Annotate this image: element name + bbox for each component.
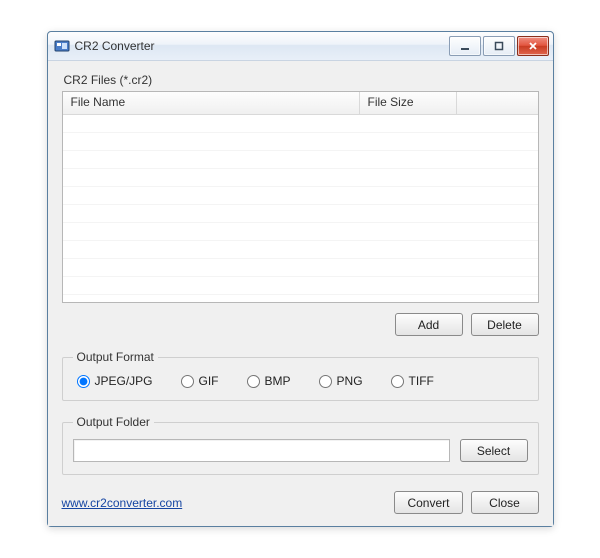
radio-png[interactable]: PNG bbox=[319, 374, 363, 388]
column-file-name[interactable]: File Name bbox=[63, 92, 360, 114]
radio-bmp[interactable]: BMP bbox=[247, 374, 291, 388]
radio-tiff[interactable]: TIFF bbox=[391, 374, 434, 388]
list-item bbox=[63, 241, 538, 259]
list-item bbox=[63, 277, 538, 295]
radio-gif-input[interactable] bbox=[181, 375, 194, 388]
app-window: CR2 Converter CR2 Files (*.cr2) File Nam… bbox=[47, 31, 554, 527]
radio-gif-label: GIF bbox=[199, 374, 219, 388]
close-app-button[interactable]: Close bbox=[471, 491, 539, 514]
list-item bbox=[63, 223, 538, 241]
radio-jpeg[interactable]: JPEG/JPG bbox=[77, 374, 153, 388]
radio-bmp-input[interactable] bbox=[247, 375, 260, 388]
list-item bbox=[63, 187, 538, 205]
window-controls bbox=[449, 36, 549, 56]
file-list-body[interactable] bbox=[63, 115, 538, 302]
column-file-size[interactable]: File Size bbox=[360, 92, 457, 114]
output-folder-input[interactable] bbox=[73, 439, 450, 462]
files-group-label: CR2 Files (*.cr2) bbox=[64, 73, 539, 87]
radio-bmp-label: BMP bbox=[265, 374, 291, 388]
add-button[interactable]: Add bbox=[395, 313, 463, 336]
list-item bbox=[63, 169, 538, 187]
delete-button[interactable]: Delete bbox=[471, 313, 539, 336]
radio-png-input[interactable] bbox=[319, 375, 332, 388]
radio-tiff-label: TIFF bbox=[409, 374, 434, 388]
output-format-legend: Output Format bbox=[73, 350, 158, 364]
list-item bbox=[63, 205, 538, 223]
file-list-header: File Name File Size bbox=[63, 92, 538, 115]
radio-jpeg-label: JPEG/JPG bbox=[95, 374, 153, 388]
output-folder-legend: Output Folder bbox=[73, 415, 154, 429]
radio-png-label: PNG bbox=[337, 374, 363, 388]
maximize-button[interactable] bbox=[483, 36, 515, 56]
radio-gif[interactable]: GIF bbox=[181, 374, 219, 388]
output-format-group: Output Format JPEG/JPG GIF BMP PNG TIFF bbox=[62, 350, 539, 401]
column-spacer bbox=[457, 92, 538, 114]
list-item bbox=[63, 133, 538, 151]
output-folder-group: Output Folder Select bbox=[62, 415, 539, 475]
close-button[interactable] bbox=[517, 36, 549, 56]
client-area: CR2 Files (*.cr2) File Name File Size bbox=[48, 61, 553, 526]
list-item bbox=[63, 259, 538, 277]
titlebar[interactable]: CR2 Converter bbox=[48, 32, 553, 61]
file-list[interactable]: File Name File Size bbox=[62, 91, 539, 303]
minimize-button[interactable] bbox=[449, 36, 481, 56]
website-link[interactable]: www.cr2converter.com bbox=[62, 496, 183, 510]
window-title: CR2 Converter bbox=[75, 39, 449, 53]
radio-tiff-input[interactable] bbox=[391, 375, 404, 388]
list-item bbox=[63, 115, 538, 133]
list-item bbox=[63, 151, 538, 169]
app-icon bbox=[54, 38, 70, 54]
convert-button[interactable]: Convert bbox=[394, 491, 462, 514]
radio-jpeg-input[interactable] bbox=[77, 375, 90, 388]
select-folder-button[interactable]: Select bbox=[460, 439, 528, 462]
